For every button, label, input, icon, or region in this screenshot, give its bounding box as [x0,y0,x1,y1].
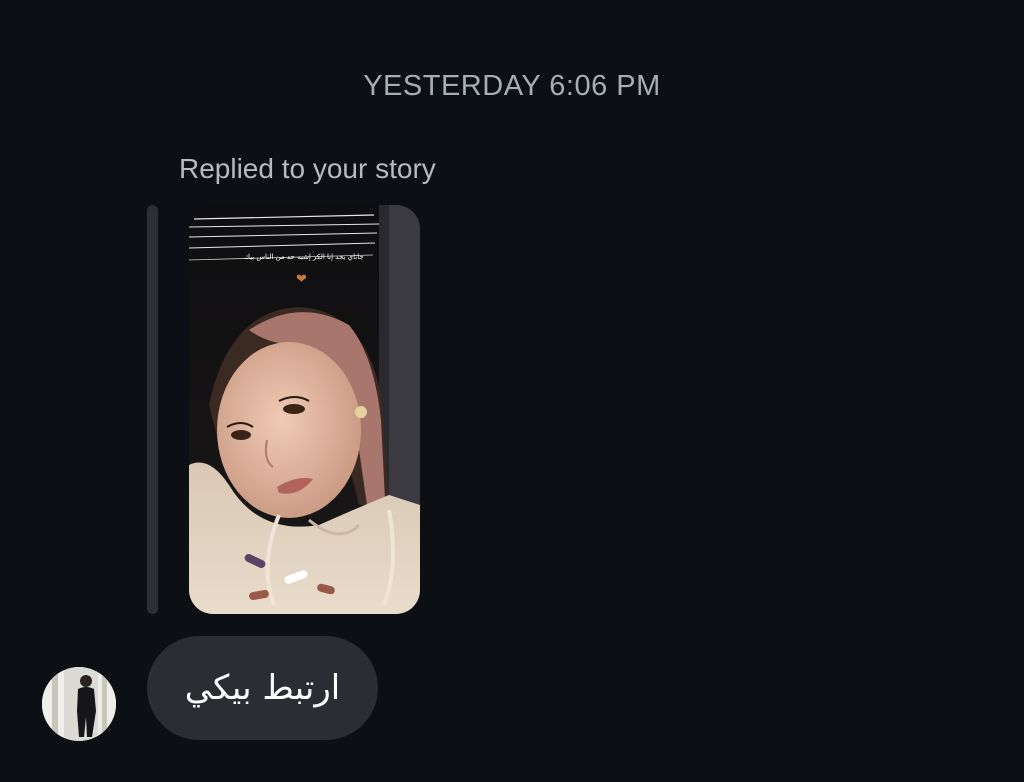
message-text: ارتبط بيكي [184,668,341,708]
heart-icon: ❤ [296,271,307,286]
avatar-photo [42,667,116,741]
reply-quote-bar [147,205,158,614]
timestamp: YESTERDAY 6:06 PM [363,70,661,102]
story-reply-label: Replied to your story [179,153,436,184]
avatar[interactable] [42,667,116,741]
story-caption: جاتاي يجد إنا الكر إشبه حد من الناس بيك [244,253,364,261]
story-photo [189,205,420,614]
story-thumbnail[interactable]: جاتاي يجد إنا الكر إشبه حد من الناس بيك … [189,205,420,614]
message-bubble[interactable]: ارتبط بيكي [147,636,378,740]
